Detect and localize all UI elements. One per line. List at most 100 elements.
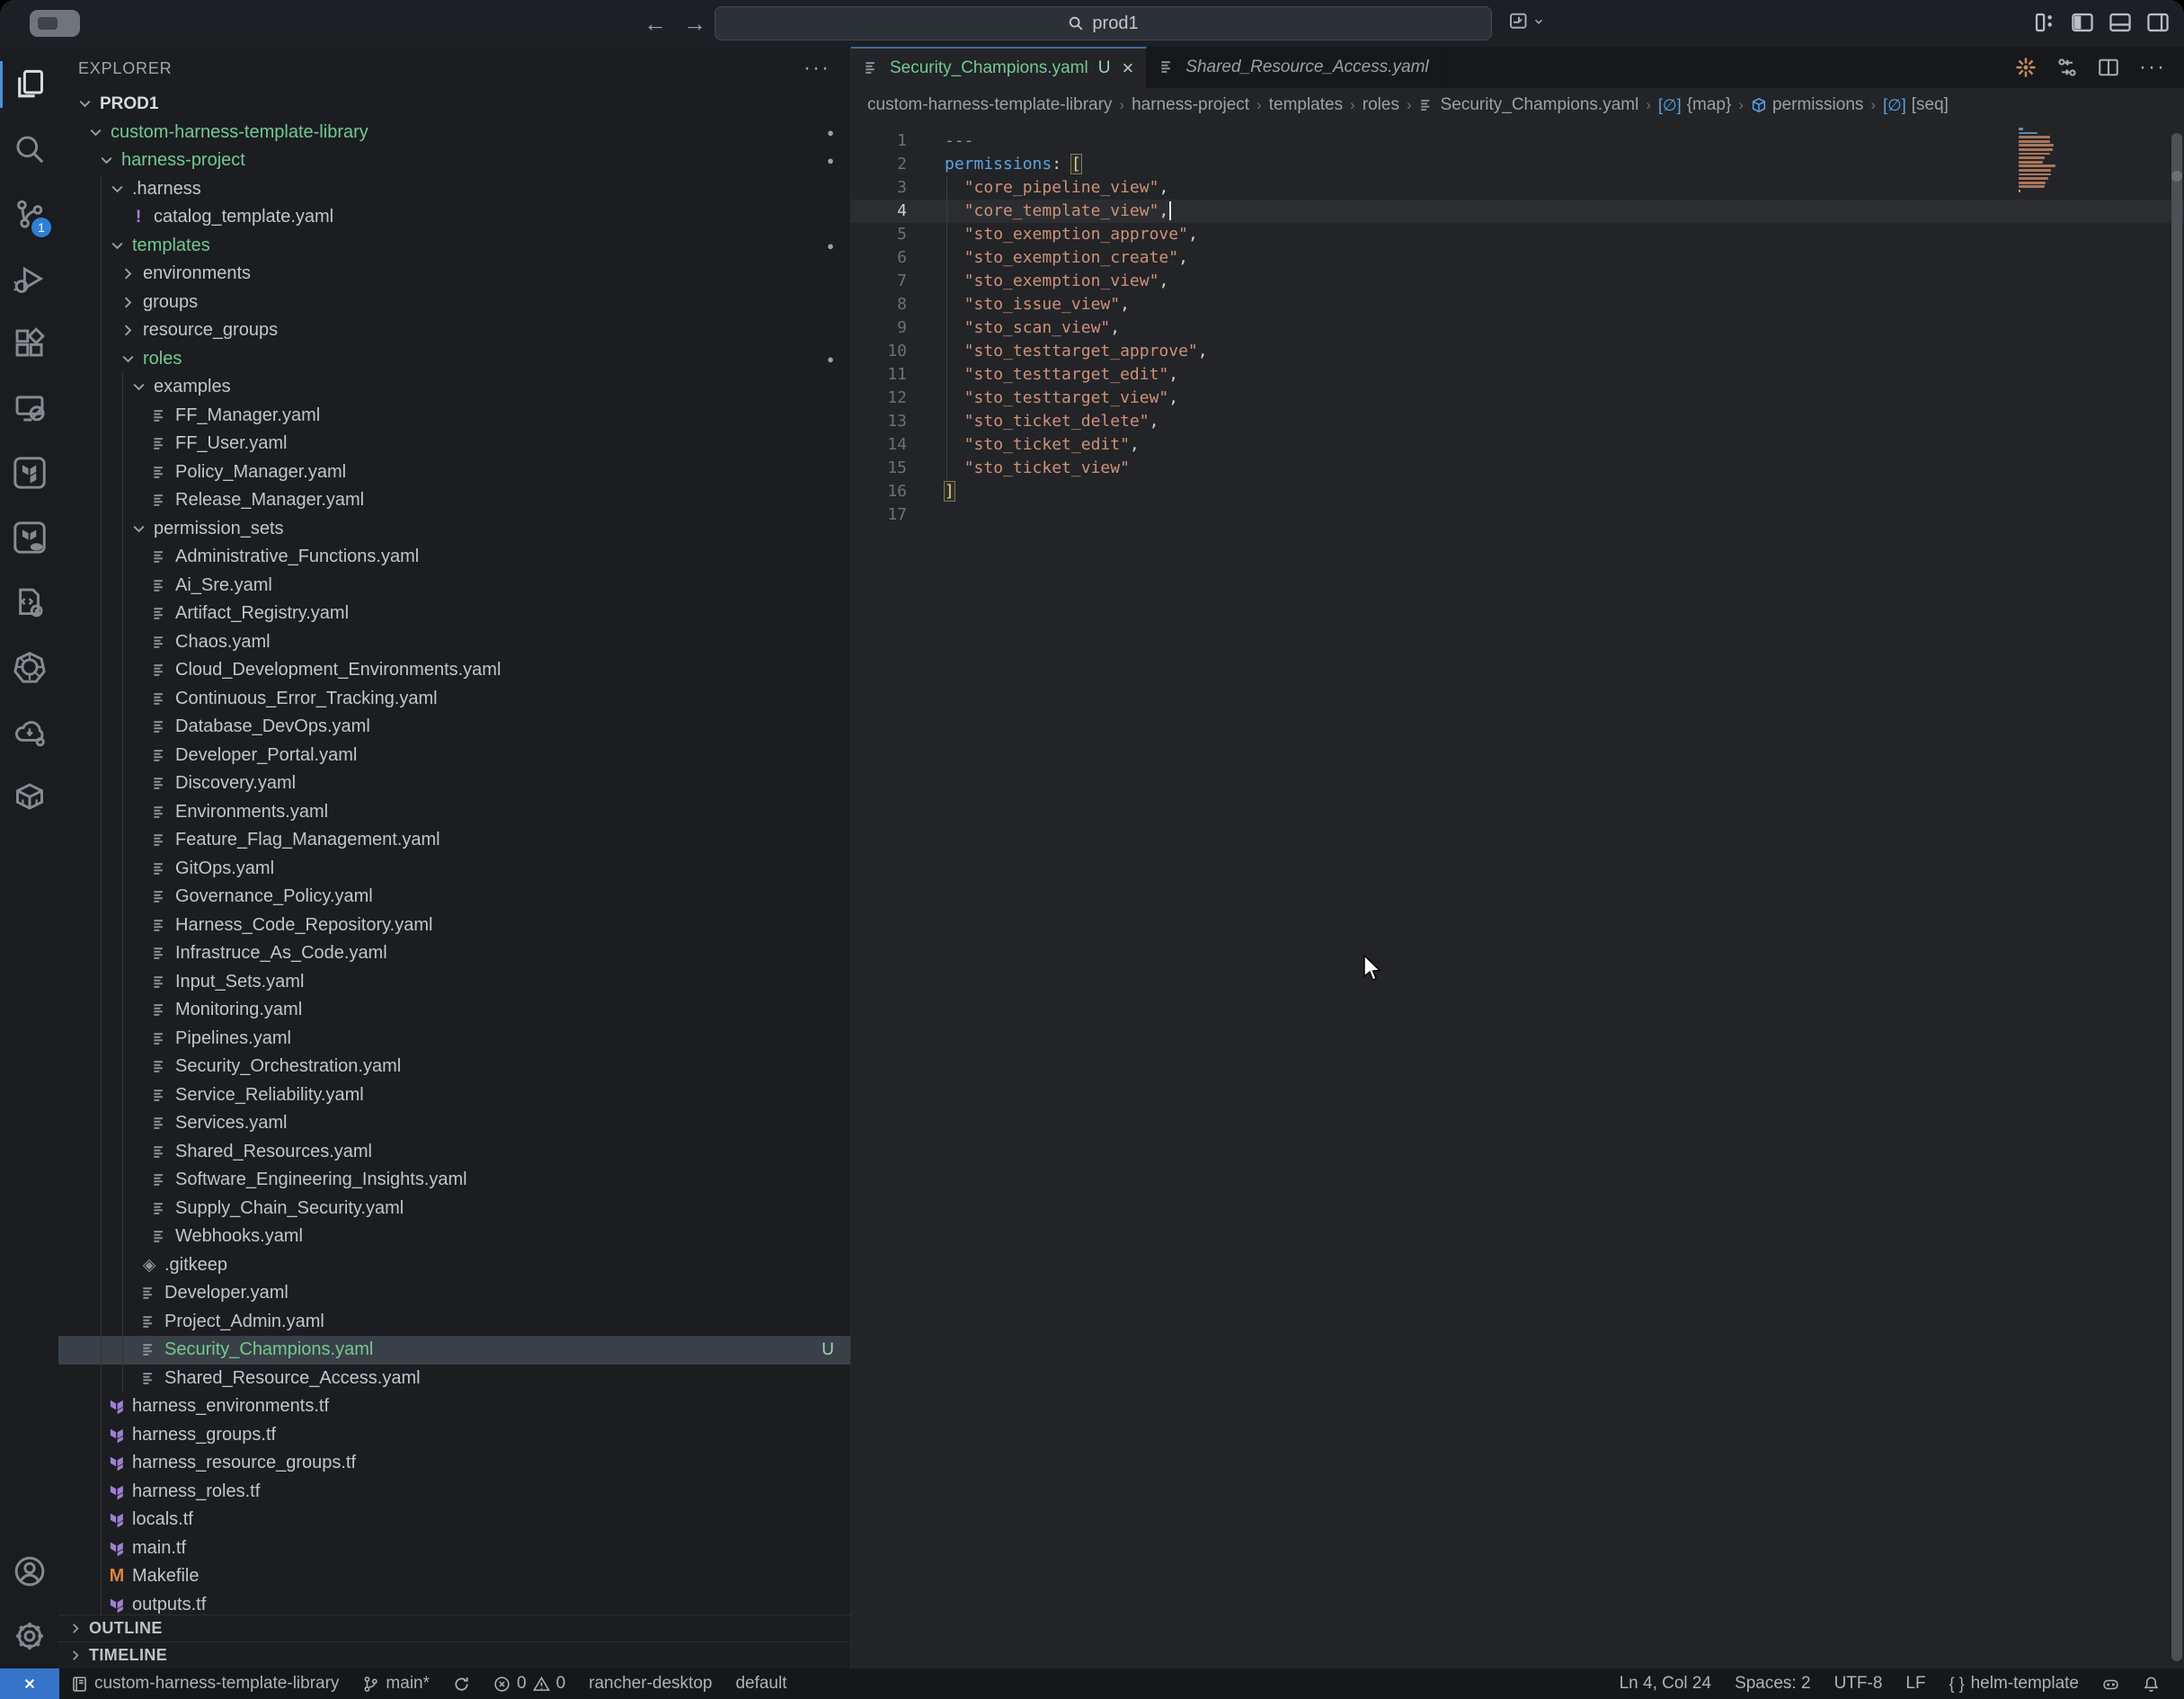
tree-item-supply-chain-security-yaml[interactable]: Supply_Chain_Security.yaml — [58, 1195, 850, 1223]
status-sync[interactable] — [441, 1668, 482, 1699]
status-cursor-position[interactable]: Ln 4, Col 24 — [1608, 1668, 1723, 1699]
tree-item-services-yaml[interactable]: Services.yaml — [58, 1109, 850, 1138]
tree-item-cloud-development-environments-yaml[interactable]: Cloud_Development_Environments.yaml — [58, 656, 850, 685]
more-actions-icon[interactable]: ··· — [2139, 55, 2166, 80]
tree-item-administrative-functions-yaml[interactable]: Administrative_Functions.yaml — [58, 543, 850, 572]
tree-item-gitops-yaml[interactable]: GitOps.yaml — [58, 855, 850, 884]
activity-item-run-debug[interactable] — [0, 246, 58, 311]
status-branch[interactable]: main* — [351, 1668, 441, 1699]
activity-item-source-control[interactable]: 1 — [0, 182, 58, 246]
activity-item-search[interactable] — [0, 117, 58, 182]
activity-item-cloud[interactable] — [0, 699, 58, 764]
activity-item-terraform-cloud[interactable] — [0, 505, 58, 570]
tree-item-harness-groups-tf[interactable]: harness_groups.tf — [58, 1421, 850, 1450]
tree-item-artifact-registry-yaml[interactable]: Artifact_Registry.yaml — [58, 600, 850, 628]
toggle-primary-sidebar-icon[interactable] — [2071, 11, 2094, 34]
activity-item-remote-explorer[interactable] — [0, 376, 58, 440]
tree-item-governance-policy-yaml[interactable]: Governance_Policy.yaml — [58, 883, 850, 912]
tree-item-main-tf[interactable]: main.tf — [58, 1534, 850, 1563]
tree-item-shared-resources-yaml[interactable]: Shared_Resources.yaml — [58, 1138, 850, 1167]
tree-item-developer-yaml[interactable]: Developer.yaml — [58, 1279, 850, 1308]
activity-item-settings[interactable] — [0, 1604, 58, 1668]
tree-item-makefile[interactable]: MMakefile — [58, 1562, 850, 1591]
tree-item-harness-project[interactable]: harness-project● — [58, 147, 850, 175]
status-eol[interactable]: LF — [1894, 1668, 1937, 1699]
tree-item-security-orchestration-yaml[interactable]: Security_Orchestration.yaml — [58, 1053, 850, 1081]
tree-item--gitkeep[interactable]: ◈.gitkeep — [58, 1251, 850, 1280]
tree-item-ff-user-yaml[interactable]: FF_User.yaml — [58, 430, 850, 458]
breadcrumb-security-champions-yaml[interactable]: Security_Champions.yaml — [1419, 95, 1639, 115]
tab-shared-resource-access[interactable]: Shared_Resource_Access.yaml — [1147, 47, 1442, 88]
minimap[interactable] — [2019, 128, 2071, 198]
tree-item-pipelines-yaml[interactable]: Pipelines.yaml — [58, 1025, 850, 1054]
tree-item-service-reliability-yaml[interactable]: Service_Reliability.yaml — [58, 1081, 850, 1110]
tree-item-environments-yaml[interactable]: Environments.yaml — [58, 798, 850, 827]
outline-section[interactable]: OUTLINE — [58, 1614, 850, 1641]
tree-item-examples[interactable]: examples — [58, 373, 850, 402]
breadcrumb-harness-project[interactable]: harness-project — [1132, 95, 1249, 115]
tree-item-software-engineering-insights-yaml[interactable]: Software_Engineering_Insights.yaml — [58, 1166, 850, 1195]
forward-icon[interactable]: → — [679, 9, 710, 38]
breadcrumb-custom-harness-template-library[interactable]: custom-harness-template-library — [867, 95, 1112, 115]
explorer-more-actions-icon[interactable]: ··· — [803, 56, 830, 81]
tree-item-harness-code-repository-yaml[interactable]: Harness_Code_Repository.yaml — [58, 912, 850, 940]
activity-item-containers[interactable] — [0, 764, 58, 829]
tree-item-environments[interactable]: environments — [58, 260, 850, 289]
tree-item-input-sets-yaml[interactable]: Input_Sets.yaml — [58, 968, 850, 997]
tree-item-shared-resource-access-yaml[interactable]: Shared_Resource_Access.yaml — [58, 1365, 850, 1393]
tree-item-project-admin-yaml[interactable]: Project_Admin.yaml — [58, 1308, 850, 1337]
tree-item-locals-tf[interactable]: locals.tf — [58, 1506, 850, 1534]
tree-item-policy-manager-yaml[interactable]: Policy_Manager.yaml — [58, 458, 850, 487]
status-indentation[interactable]: Spaces: 2 — [1723, 1668, 1823, 1699]
activity-item-terraform[interactable] — [0, 440, 58, 505]
tree-item-webhooks-yaml[interactable]: Webhooks.yaml — [58, 1223, 850, 1251]
tree-item-templates[interactable]: templates● — [58, 232, 850, 261]
activity-item-kubernetes[interactable] — [0, 635, 58, 699]
tree-item-infrastruce-as-code-yaml[interactable]: Infrastruce_As_Code.yaml — [58, 939, 850, 968]
tree-item-permission-sets[interactable]: permission_sets — [58, 515, 850, 544]
status-rancher-desktop[interactable]: rancher-desktop — [577, 1668, 724, 1699]
activity-item-accounts[interactable] — [0, 1539, 58, 1604]
breadcrumb-roles[interactable]: roles — [1363, 95, 1399, 115]
toggle-secondary-sidebar-icon[interactable] — [2146, 11, 2170, 34]
tree-item-chaos-yaml[interactable]: Chaos.yaml — [58, 628, 850, 657]
tree-item-continuous-error-tracking-yaml[interactable]: Continuous_Error_Tracking.yaml — [58, 685, 850, 714]
breadcrumb-templates[interactable]: templates — [1269, 95, 1343, 115]
close-icon[interactable]: × — [1122, 57, 1133, 80]
tree-item-harness-roles-tf[interactable]: harness_roles.tf — [58, 1478, 850, 1507]
tree-item--harness[interactable]: .harness — [58, 175, 850, 204]
tree-item-custom-harness-template-library[interactable]: custom-harness-template-library● — [58, 119, 850, 147]
open-changes-icon[interactable] — [2056, 57, 2078, 78]
status-repo[interactable]: custom-harness-template-library — [59, 1668, 351, 1699]
copilot-sparkle-icon[interactable] — [2015, 57, 2037, 78]
breadcrumb--map-[interactable]: [∅]{map} — [1658, 95, 1731, 115]
activity-item-extensions[interactable] — [0, 311, 58, 376]
tree-item-harness-resource-groups-tf[interactable]: harness_resource_groups.tf — [58, 1449, 850, 1478]
tab-security-champions[interactable]: Security_Champions.yaml U × — [851, 47, 1147, 88]
back-icon[interactable]: ← — [640, 9, 670, 38]
split-editor-icon[interactable] — [2098, 57, 2119, 78]
code-editor[interactable]: 1---2permissions: [3 "core_pipeline_view… — [851, 122, 2184, 1668]
tree-item-harness-environments-tf[interactable]: harness_environments.tf — [58, 1392, 850, 1421]
tree-item-catalog-template-yaml[interactable]: !catalog_template.yaml — [58, 203, 850, 232]
layout-dropdown-icon[interactable] — [1508, 11, 1545, 32]
toggle-panel-icon[interactable] — [2109, 11, 2132, 34]
breadcrumb-permissions[interactable]: permissions — [1751, 95, 1863, 115]
command-center-search[interactable]: prod1 — [715, 6, 1492, 40]
tree-item-ai-sre-yaml[interactable]: Ai_Sre.yaml — [58, 572, 850, 600]
tree-item-monitoring-yaml[interactable]: Monitoring.yaml — [58, 996, 850, 1025]
status-remote-indicator[interactable] — [0, 1668, 59, 1699]
status-problems[interactable]: 00 — [482, 1668, 577, 1699]
tree-item-release-manager-yaml[interactable]: Release_Manager.yaml — [58, 486, 850, 515]
tree-item-feature-flag-management-yaml[interactable]: Feature_Flag_Management.yaml — [58, 826, 850, 855]
tree-item-groups[interactable]: groups — [58, 289, 850, 317]
status-notifications[interactable] — [2131, 1668, 2171, 1699]
tree-item-ff-manager-yaml[interactable]: FF_Manager.yaml — [58, 402, 850, 431]
tree-item-developer-portal-yaml[interactable]: Developer_Portal.yaml — [58, 742, 850, 770]
tree-item-roles[interactable]: roles● — [58, 345, 850, 374]
tree-item-resource-groups[interactable]: resource_groups — [58, 316, 850, 345]
customize-layout-icon[interactable] — [2033, 11, 2056, 34]
scrollbar[interactable] — [2171, 133, 2182, 1661]
status-language-mode[interactable]: { }helm-template — [1938, 1668, 2091, 1699]
breadcrumb--seq-[interactable]: [∅][seq] — [1883, 95, 1949, 115]
